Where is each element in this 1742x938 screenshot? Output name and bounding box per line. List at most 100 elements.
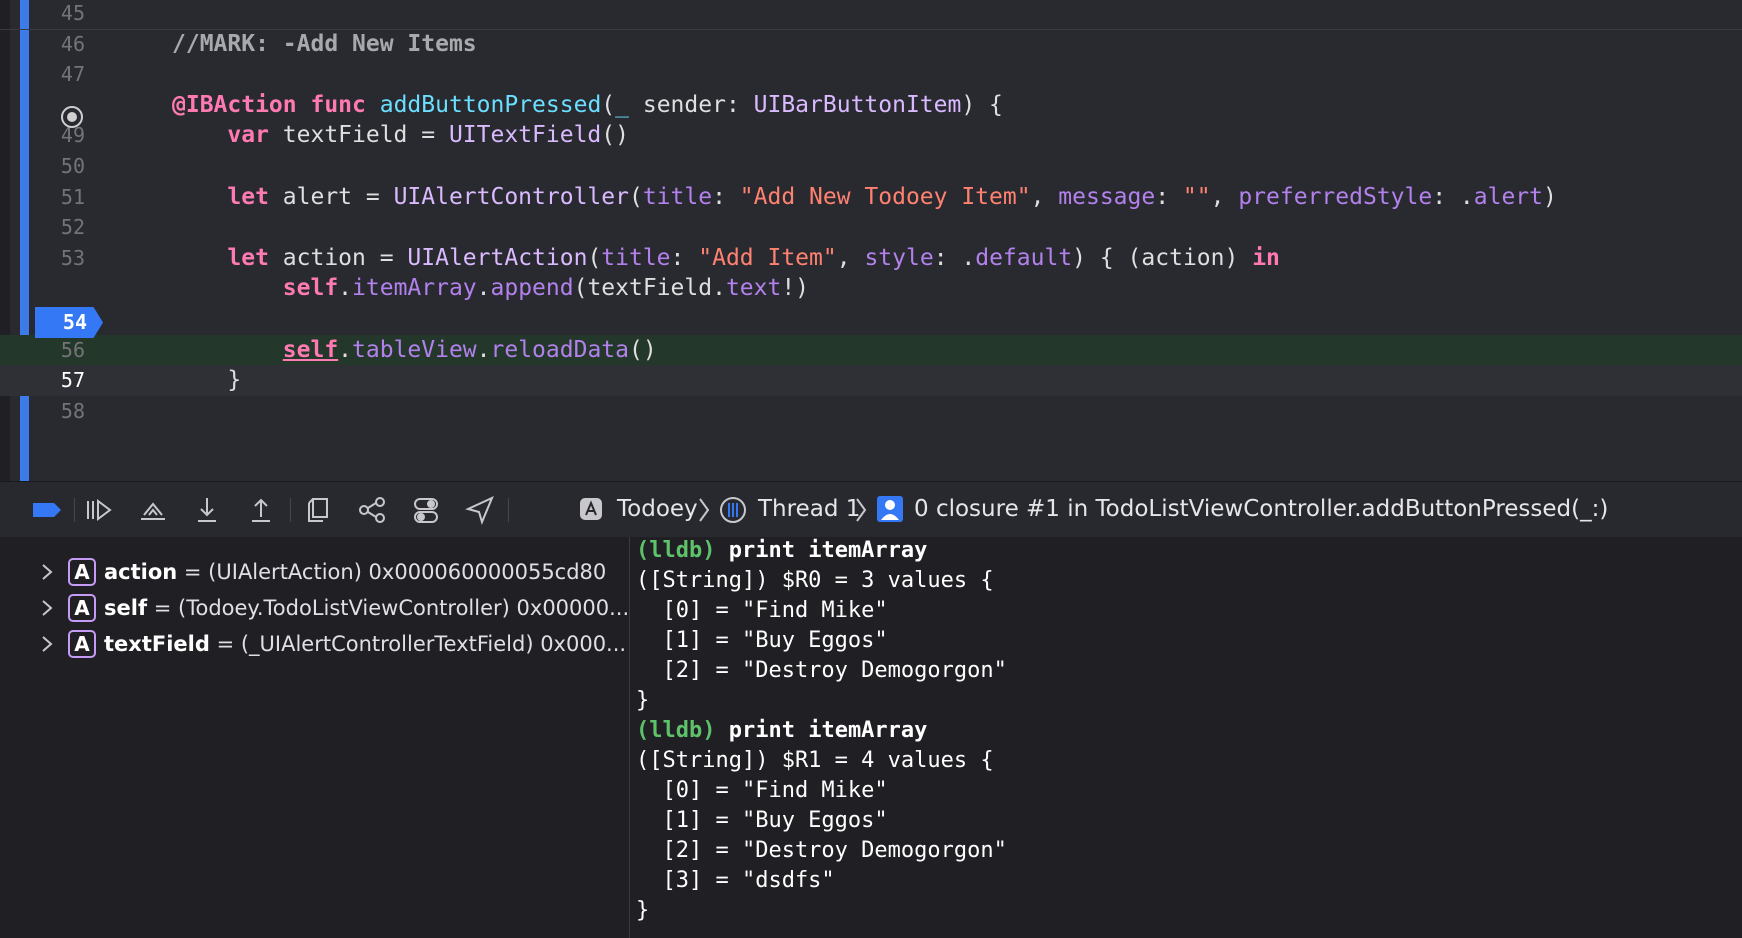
line-number: 45 [60,1,85,25]
code-line[interactable]: 50 [0,151,1742,182]
code-line[interactable]: 53 let action = UIAlertAction(title: "Ad… [0,243,1742,274]
memory-graph-icon[interactable] [355,493,389,527]
code-token: self [282,275,339,302]
line-number: 46 [60,31,85,56]
console-output-line: [0] = "Find Mike" [636,598,888,623]
step-over-icon[interactable] [136,493,170,527]
variable-name: self = (Todoey.TodoListViewController) 0… [104,590,629,626]
code-token: ( [601,91,616,118]
code-token: @IBAction [172,91,297,118]
code-line[interactable]: 47 [0,59,1742,90]
step-into-icon[interactable] [190,493,224,527]
simulate-location-icon[interactable] [463,493,497,527]
view-hierarchy-icon[interactable] [301,493,335,527]
breadcrumb-thread[interactable]: Thread 1 [758,482,860,537]
code-token: !) [781,275,810,302]
code-line[interactable]: 58 [0,396,1742,427]
line-number: 52 [60,215,85,240]
code-line[interactable]: 49 var textField = UITextField() [0,120,1742,151]
console-output-line: ([String]) $R1 = 4 values { [636,748,994,773]
variable-identifier: textField [104,632,210,656]
console-output-line: [2] = "Destroy Demogorgon" [636,838,1007,863]
breadcrumb-stack-frame[interactable]: 0 closure #1 in TodoListViewController.a… [914,482,1608,537]
code-line[interactable]: 46 //MARK: -Add New Items [0,29,1742,60]
code-token: preferredStyle [1238,183,1433,210]
code-token: . [338,336,353,363]
code-token: ( [628,183,643,210]
variable-row[interactable]: Aaction = (UIAlertAction) 0x000060000055… [0,554,629,590]
code-token: title [642,183,713,210]
console-output-line: [2] = "Destroy Demogorgon" [636,658,1007,683]
code-token: sender: [629,91,754,118]
code-token: alert = [268,183,394,210]
console-output-line: [3] = "dsdfs" [636,868,835,893]
code-token: ) { [961,91,1003,118]
code-line[interactable]: 51 let alert = UIAlertController(title: … [0,182,1742,213]
code-editor[interactable]: 45 46 //MARK: -Add New Items 47 @IBAction fu… [0,0,1742,481]
code-token: ) [1543,183,1557,210]
code-token: () [629,336,657,363]
breakpoints-toggle-icon[interactable] [30,493,64,527]
variable-kind-icon: A [68,558,96,586]
variable-row[interactable]: AtextField = (_UIAlertControllerTextFiel… [0,626,629,662]
code-text: let alert = UIAlertController(title: "Ad… [172,182,1557,213]
line-number: 53 [60,245,85,270]
console-output-line: [1] = "Buy Eggos" [636,628,888,653]
code-text: //MARK: -Add New Items [172,29,477,60]
action-connection-icon[interactable] [61,106,83,128]
code-token: : . [933,244,976,271]
console-prompt-line: (lldb) print itemArray [636,716,927,746]
variable-value: = (UIAlertAction) 0x000060000055cd80 [177,560,607,584]
breadcrumb-chevron-icon [856,498,867,522]
breakpoint-marker[interactable]: 54 [35,307,103,338]
thread-icon [719,496,747,524]
code-token: reloadData [490,336,629,363]
code-token: ) { (action) [1072,244,1253,271]
code-token: (textField. [573,275,726,302]
console-output-line: } [636,688,650,713]
code-token: () [601,122,629,149]
disclosure-chevron-icon[interactable] [40,563,54,581]
code-token: addButtonPressed [379,91,602,118]
lldb-prompt: (lldb) [636,538,716,563]
code-line[interactable]: 52 [0,212,1742,243]
environment-overrides-icon[interactable] [409,493,443,527]
variable-row[interactable]: Aself = (Todoey.TodoListViewController) … [0,590,629,626]
variables-view[interactable]: Aaction = (UIAlertAction) 0x000060000055… [0,537,630,938]
code-token: append [490,275,574,302]
variable-kind-icon: A [68,630,96,658]
code-token: } [172,367,242,394]
code-token: title [601,244,671,271]
code-token: text [725,275,782,302]
disclosure-chevron-icon[interactable] [40,599,54,617]
app-icon [578,496,606,524]
xcode-debug-window: 45 46 //MARK: -Add New Items 47 @IBAction fu… [0,0,1742,938]
disclosure-chevron-icon[interactable] [40,635,54,653]
code-token: , [836,244,865,271]
continue-icon[interactable] [82,493,116,527]
debug-console[interactable]: (lldb) print itemArray ([String]) $R0 = 3… [630,537,1742,938]
code-line[interactable]: 56 self.tableView.reloadData() [0,334,1742,366]
code-text: self.tableView.reloadData() [172,335,657,366]
code-line[interactable]: @IBAction func addButtonPressed(_ sender… [0,90,1742,121]
code-token: : [1155,183,1183,210]
code-line[interactable]: 57 } [0,365,1742,396]
breadcrumb-app[interactable]: Todoey [617,482,698,537]
variable-value: = (_UIAlertControllerTextField) 0x000... [209,632,627,656]
code-line[interactable]: 55 [0,304,1742,335]
user-frame-icon [876,495,904,523]
code-line[interactable]: self.itemArray.append(textField.text!) [0,273,1742,304]
code-token: , [1030,183,1059,210]
code-token: UIAlertController [393,183,629,210]
code-text: var textField = UITextField() [172,120,629,151]
code-line[interactable]: 45 [0,0,1742,30]
code-token: textField = [268,122,449,149]
breakpoint-line-number: 54 [62,310,87,334]
code-token: UIBarButtonItem [753,91,962,118]
step-out-icon[interactable] [244,493,278,527]
code-token: let [227,183,269,210]
